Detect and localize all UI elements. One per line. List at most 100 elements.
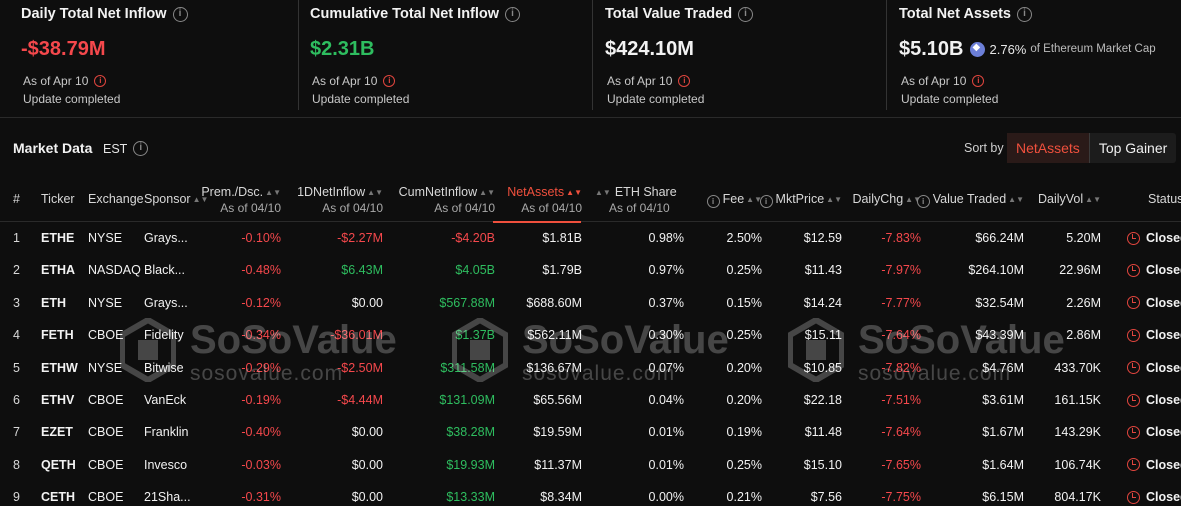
table-row[interactable]: 4 FETH CBOE Fidelity -0.34% -$36.01M $1.37B $56…: [0, 320, 1181, 352]
table-row[interactable]: 1 ETHE NYSE Grays... -0.10% -$2.27M -$4.20B $1.…: [0, 223, 1181, 255]
col-header-1d-inflow-label: 1DNetInflow: [297, 185, 366, 199]
update-info-icon[interactable]: i: [94, 75, 107, 87]
daily-vol-cell: 106.74K: [1054, 457, 1101, 472]
info-icon[interactable]: i: [505, 6, 521, 22]
col-header-ticker: Ticker: [41, 192, 75, 206]
mkt-price-cell: $10.85: [803, 360, 842, 375]
ticker-cell[interactable]: ETHW: [41, 361, 78, 375]
as-of-text: As of Apr 10: [312, 74, 378, 88]
fee-cell: 0.15%: [726, 295, 762, 310]
mkt-price-cell: $15.10: [803, 457, 842, 472]
daily-inflow-cell: -$36.01M: [330, 328, 383, 343]
status-text: Closed: [1146, 360, 1181, 375]
update-info-icon[interactable]: i: [383, 75, 396, 87]
update-info-icon[interactable]: i: [972, 75, 985, 87]
eth-share-cell: 0.37%: [648, 295, 684, 310]
card-status: Update completed: [901, 92, 999, 106]
col-header-1d-inflow[interactable]: 1DNetInflow ▲▼ As of 04/10: [297, 185, 383, 215]
market-data-title: Market Data: [13, 140, 93, 156]
table-row[interactable]: 7 EZET CBOE Franklin -0.40% $0.00 $38.28M $19.5…: [0, 417, 1181, 449]
table-row[interactable]: 6 ETHV CBOE VanEck -0.19% -$4.44M $131.09M $65.…: [0, 385, 1181, 417]
ticker-cell[interactable]: ETHV: [41, 393, 74, 407]
sponsor-cell: Invesco: [144, 457, 188, 472]
col-header-fee[interactable]: i Fee ▲▼: [706, 192, 762, 208]
sort-netassets-button[interactable]: NetAssets: [1007, 133, 1089, 163]
status-text: Closed: [1146, 295, 1181, 310]
eth-share-cell: 0.07%: [648, 360, 684, 375]
clock-icon: [1127, 393, 1140, 407]
fee-info-icon[interactable]: i: [706, 195, 720, 208]
update-info-icon[interactable]: i: [678, 75, 691, 87]
col-header-netassets[interactable]: NetAssets ▲▼ As of 04/10: [507, 185, 582, 215]
net-assets-cell: $1.79B: [542, 263, 582, 278]
ticker-cell[interactable]: ETHA: [41, 263, 75, 277]
table-row[interactable]: 8 QETH CBOE Invesco -0.03% $0.00 $19.93M $11.37…: [0, 450, 1181, 482]
value-traded-cell: $66.24M: [975, 231, 1024, 245]
table-row[interactable]: 3 ETH NYSE Grays... -0.12% $0.00 $567.88M $688.…: [0, 288, 1181, 320]
daily-vol-cell: 161.15K: [1054, 393, 1101, 407]
fee-cell: 0.20%: [726, 393, 762, 407]
net-assets-cell: $65.56M: [533, 393, 582, 407]
table-row[interactable]: 9 CETH CBOE 21Sha... -0.31% $0.00 $13.33M $8.34…: [0, 482, 1181, 506]
sort-arrows-icon: ▲▼: [367, 188, 383, 197]
col-header-eth-share-label: ETH Share: [614, 185, 677, 199]
sponsor-cell: Bitwise: [144, 360, 184, 375]
exchange-cell: NYSE: [88, 231, 123, 245]
sponsor-cell: 21Sha...: [144, 490, 191, 505]
net-assets-cell: $8.34M: [540, 490, 582, 505]
ticker-cell[interactable]: FETH: [41, 328, 74, 342]
ticker-cell[interactable]: ETHE: [41, 231, 74, 245]
card-title-text: Total Net Assets: [899, 6, 1011, 22]
card-status: Update completed: [23, 92, 121, 106]
status-text: Closed: [1146, 263, 1181, 278]
summary-cards: Daily Total Net Inflow i -$38.79M As of …: [0, 0, 1181, 112]
eth-share-cell: 0.01%: [648, 425, 684, 440]
net-assets-cell: $136.67M: [526, 360, 582, 375]
col-header-cum-inflow[interactable]: CumNetInflow ▲▼ As of 04/10: [399, 185, 495, 215]
card-title: Daily Total Net Inflow i: [21, 5, 294, 23]
info-icon[interactable]: i: [172, 6, 188, 22]
sponsor-cell: Black...: [144, 263, 185, 278]
ticker-cell[interactable]: CETH: [41, 490, 75, 504]
timezone-label: EST i: [103, 141, 149, 156]
col-header-eth-share[interactable]: ▲▼ ETH Share As of 04/10: [595, 185, 677, 215]
col-header-exchange: Exchange: [88, 192, 144, 206]
daily-vol-cell: 22.96M: [1059, 263, 1101, 278]
col-header-sponsor[interactable]: Sponsor ▲▼: [144, 192, 208, 206]
sort-top-gainer-button[interactable]: Top Gainer: [1088, 133, 1176, 163]
col-header-daily-chg-label: DailyChg: [852, 192, 904, 206]
card-daily-net-inflow: Daily Total Net Inflow i -$38.79M As of …: [0, 0, 294, 110]
row-number: 1: [13, 231, 20, 245]
ticker-cell[interactable]: ETH: [41, 296, 66, 310]
col-header-daily-vol[interactable]: DailyVol ▲▼: [1038, 192, 1101, 206]
prem-dsc-cell: -0.10%: [241, 231, 281, 245]
status-text: Closed: [1146, 457, 1181, 472]
col-header-daily-chg[interactable]: DailyChg ▲▼: [852, 192, 921, 206]
info-icon[interactable]: i: [1017, 6, 1032, 22]
col-header-fee-label: Fee: [722, 192, 745, 206]
exchange-cell: CBOE: [88, 328, 124, 343]
mkt-price-info-icon[interactable]: i: [759, 195, 773, 208]
card-title-text: Cumulative Total Net Inflow: [310, 6, 500, 22]
eth-share-cell: 0.00%: [648, 490, 684, 505]
value-traded-cell: $1.64M: [982, 457, 1024, 472]
card-total-value-traded: Total Value Traded i $424.10M As of Apr …: [588, 0, 882, 110]
card-as-of: As of Apr 10 i: [310, 74, 588, 88]
daily-vol-cell: 433.70K: [1054, 360, 1101, 375]
daily-chg-cell: -7.64%: [881, 328, 921, 343]
mkt-price-cell: $15.11: [804, 328, 842, 343]
timezone-info-icon[interactable]: i: [133, 141, 149, 156]
fee-cell: 0.20%: [726, 360, 762, 375]
ticker-cell[interactable]: QETH: [41, 458, 76, 472]
cum-inflow-cell: $38.28M: [446, 425, 495, 440]
col-header-prem[interactable]: Prem./Dsc. ▲▼ As of 04/10: [201, 185, 281, 215]
sponsor-cell: Franklin: [144, 425, 189, 440]
col-header-mkt-price[interactable]: i MktPrice ▲▼: [759, 192, 842, 208]
daily-inflow-cell: $0.00: [351, 425, 383, 440]
value-traded-info-icon[interactable]: i: [916, 195, 930, 208]
info-icon[interactable]: i: [738, 6, 754, 22]
col-header-value-traded[interactable]: i Value Traded ▲▼: [916, 192, 1024, 208]
table-row[interactable]: 5 ETHW NYSE Bitwise -0.29% -$2.50M $311.58M $13…: [0, 353, 1181, 385]
ticker-cell[interactable]: EZET: [41, 425, 73, 439]
table-row[interactable]: 2 ETHA NASDAQ Black... -0.48% $6.43M $4.05B $1.…: [0, 255, 1181, 287]
